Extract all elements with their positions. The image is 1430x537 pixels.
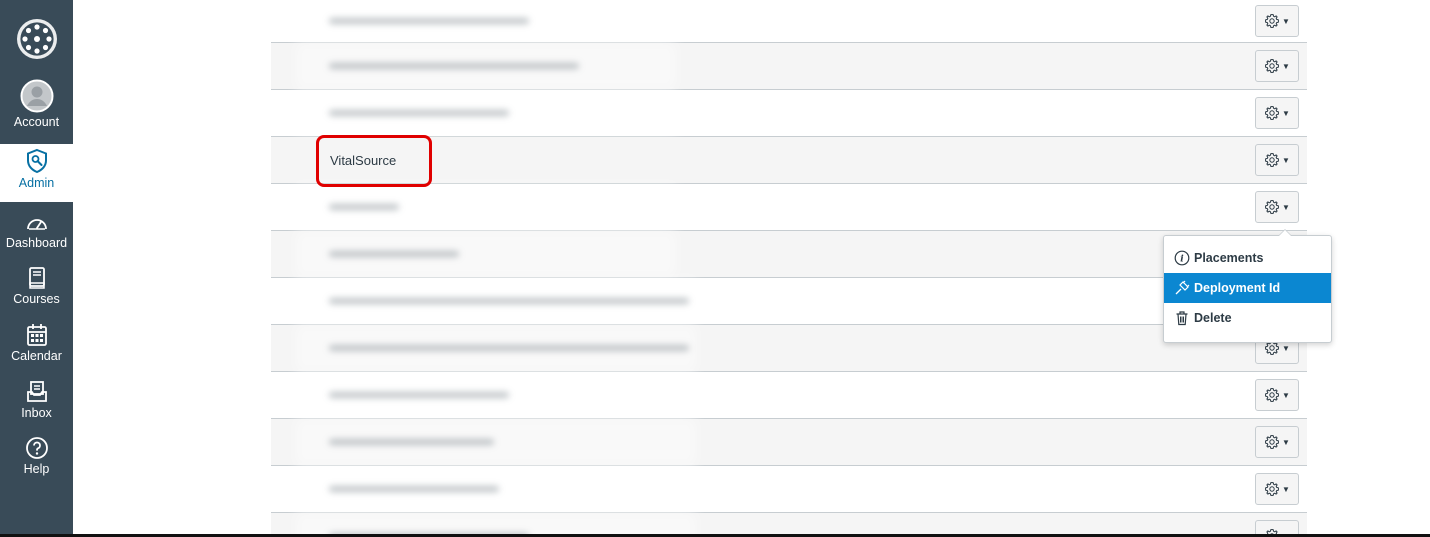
redacted-app-name	[329, 298, 689, 304]
table-row: ▼	[271, 325, 1307, 372]
table-row: ▼	[271, 278, 1307, 325]
nav-label: Inbox	[21, 406, 52, 420]
app-name[interactable]: VitalSource	[330, 137, 396, 183]
nav-item-account[interactable]: Account	[0, 79, 73, 141]
book-icon	[27, 260, 47, 290]
nav-item-help[interactable]: Help	[0, 430, 73, 484]
redacted-app-name	[329, 392, 509, 398]
table-row: VitalSource ▼	[271, 137, 1307, 184]
plug-icon	[1175, 280, 1190, 295]
caret-down-icon: ▼	[1282, 155, 1290, 165]
gear-icon	[1265, 105, 1280, 121]
app-settings-button[interactable]: ▼	[1255, 473, 1299, 505]
gear-icon	[1265, 434, 1280, 450]
nav-label: Courses	[13, 292, 60, 306]
redacted-app-name	[329, 110, 509, 116]
speedometer-icon	[25, 204, 49, 234]
caret-down-icon: ▼	[1282, 437, 1290, 447]
nav-item-courses[interactable]: Courses	[0, 260, 73, 314]
table-row: ▼	[271, 184, 1307, 231]
nav-item-inbox[interactable]: Inbox	[0, 374, 73, 428]
caret-down-icon: ▼	[1282, 484, 1290, 494]
table-row: ▼	[271, 231, 1307, 278]
redacted-app-name	[329, 18, 529, 24]
gear-icon	[1265, 152, 1280, 168]
trash-icon	[1176, 311, 1188, 326]
info-icon: i	[1174, 250, 1190, 266]
nav-item-dashboard[interactable]: Dashboard	[0, 204, 73, 258]
nav-item-admin[interactable]: Admin	[0, 144, 73, 202]
gear-icon	[1265, 13, 1280, 29]
redacted-app-name	[329, 486, 499, 492]
gear-icon	[1265, 58, 1280, 74]
svg-text:i: i	[1180, 255, 1184, 265]
nav-label: Admin	[18, 176, 55, 190]
table-row: ▼	[271, 419, 1307, 466]
avatar-icon	[20, 79, 54, 113]
app-settings-button[interactable]: ▼	[1255, 50, 1299, 82]
app-settings-menu: i Placements Deployment Id Delete	[1163, 229, 1332, 343]
redacted-app-name	[329, 204, 399, 210]
app-settings-button[interactable]: ▼	[1255, 5, 1299, 37]
caret-down-icon: ▼	[1282, 16, 1290, 26]
global-nav: Account Admin Dashboard Courses Calendar…	[0, 0, 73, 537]
redacted-app-name	[329, 251, 459, 257]
nav-item-calendar[interactable]: Calendar	[0, 317, 73, 371]
table-row: ▼	[271, 372, 1307, 419]
nav-label: Dashboard	[5, 236, 68, 250]
help-icon	[25, 430, 49, 460]
menu-item-label: Delete	[1194, 311, 1232, 325]
menu-item-label: Placements	[1194, 251, 1264, 265]
caret-down-icon: ▼	[1282, 202, 1290, 212]
app-settings-button[interactable]: ▼	[1255, 379, 1299, 411]
gear-icon	[1265, 387, 1280, 403]
external-apps-table: ▼▼▼VitalSource▼▼▼▼▼▼▼▼▼	[271, 0, 1307, 537]
menu-item-label: Deployment Id	[1194, 281, 1281, 295]
table-row: ▼	[271, 90, 1307, 137]
table-row: ▼	[271, 0, 1307, 43]
caret-down-icon: ▼	[1282, 61, 1290, 71]
menu-item-deployment-id[interactable]: Deployment Id	[1164, 273, 1331, 303]
calendar-icon	[26, 317, 48, 347]
app-settings-button[interactable]: ▼	[1255, 144, 1299, 176]
canvas-logo-icon[interactable]	[0, 0, 73, 78]
caret-down-icon: ▼	[1282, 390, 1290, 400]
redacted-app-name	[329, 63, 579, 69]
gear-icon	[1265, 481, 1280, 497]
inbox-icon	[26, 374, 48, 404]
table-row: ▼	[271, 466, 1307, 513]
redacted-app-name	[329, 345, 689, 351]
main-content: ▼▼▼VitalSource▼▼▼▼▼▼▼▼▼ i Placements Dep…	[73, 0, 1430, 537]
nav-label: Account	[13, 115, 60, 129]
menu-item-delete[interactable]: Delete	[1164, 303, 1331, 333]
table-row: ▼	[271, 43, 1307, 90]
app-settings-button[interactable]: ▼	[1255, 97, 1299, 129]
caret-down-icon: ▼	[1282, 108, 1290, 118]
gear-icon	[1265, 199, 1280, 215]
app-settings-button[interactable]: ▼	[1255, 426, 1299, 458]
nav-label: Help	[23, 462, 50, 476]
caret-down-icon: ▼	[1282, 343, 1290, 353]
shield-icon	[25, 144, 49, 174]
app-settings-button[interactable]: ▼	[1255, 191, 1299, 223]
menu-item-placements[interactable]: i Placements	[1164, 243, 1331, 273]
redacted-app-name	[329, 439, 494, 445]
nav-label: Calendar	[11, 349, 62, 363]
